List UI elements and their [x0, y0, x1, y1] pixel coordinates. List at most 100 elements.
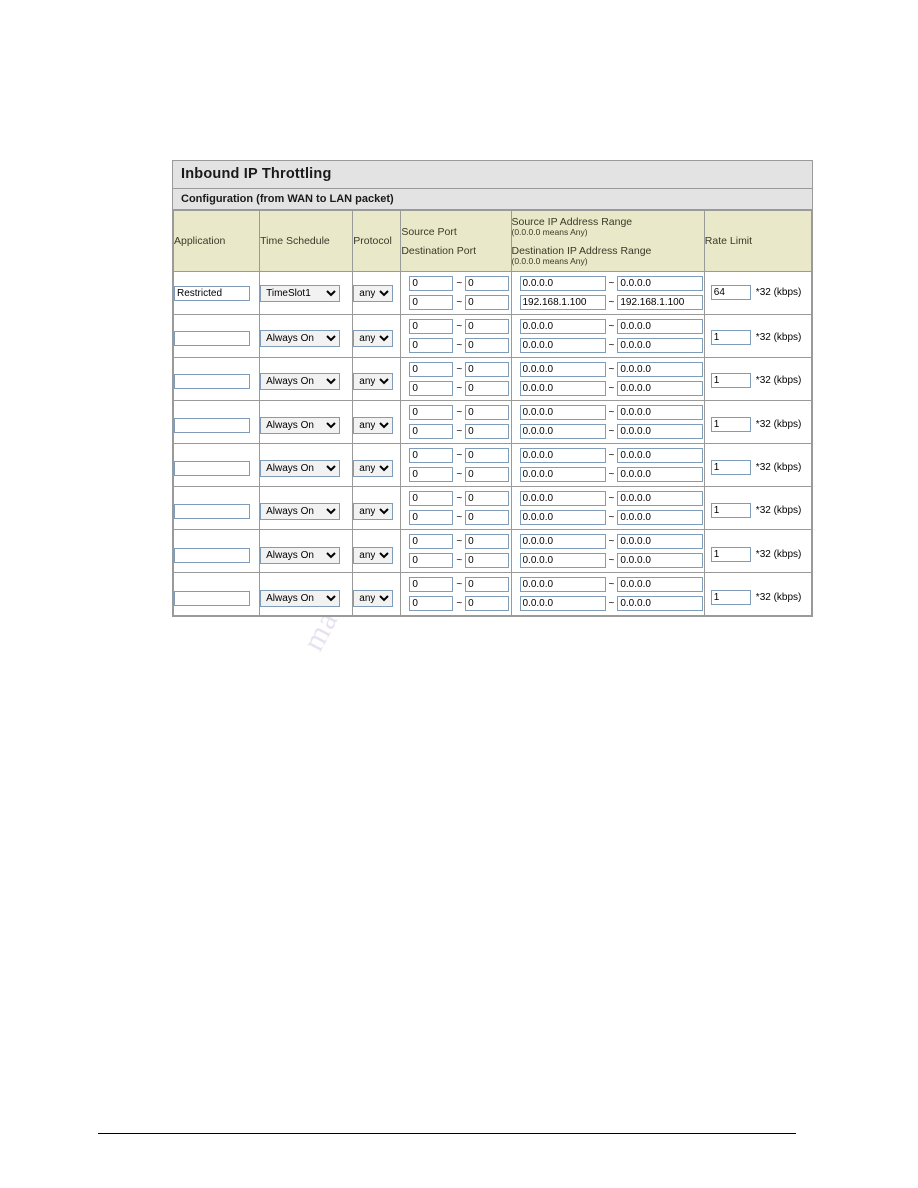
destination-port-to-input[interactable]	[465, 338, 510, 353]
destination-ip-from-input[interactable]	[519, 295, 606, 310]
source-ip-from-input[interactable]	[519, 405, 606, 420]
source-port-to-input[interactable]	[465, 534, 510, 549]
destination-ip-to-input[interactable]	[617, 553, 704, 568]
destination-ip-to-input[interactable]	[617, 381, 704, 396]
destination-port-to-input[interactable]	[465, 467, 510, 482]
destination-ip-to-input[interactable]	[617, 338, 704, 353]
source-ip-from-input[interactable]	[519, 534, 606, 549]
rate-limit-input[interactable]	[710, 589, 751, 605]
destination-ip-to-input[interactable]	[617, 424, 704, 439]
source-port-to-input[interactable]	[465, 362, 510, 377]
protocol-select[interactable]: any	[353, 284, 394, 302]
application-input[interactable]	[174, 591, 250, 606]
source-ip-to-input[interactable]	[617, 534, 704, 549]
protocol-select[interactable]: any	[353, 416, 394, 434]
application-input[interactable]	[174, 461, 250, 476]
cell-ip-ranges: ~~	[510, 443, 705, 487]
destination-port-from-input[interactable]	[409, 338, 454, 353]
rate-limit-input[interactable]	[710, 416, 751, 432]
source-ip-from-input[interactable]	[519, 276, 606, 291]
rate-limit-input[interactable]	[710, 372, 751, 388]
destination-ip-from-input[interactable]	[519, 467, 606, 482]
protocol-select[interactable]: any	[353, 589, 394, 607]
source-ip-to-input[interactable]	[617, 362, 704, 377]
source-port-from-input[interactable]	[409, 577, 454, 592]
destination-port-to-input[interactable]	[465, 553, 510, 568]
destination-port-to-input[interactable]	[465, 381, 510, 396]
rate-limit-input[interactable]	[710, 459, 751, 475]
source-ip-from-input[interactable]	[519, 319, 606, 334]
destination-ip-to-input[interactable]	[617, 596, 704, 611]
source-port-to-input[interactable]	[465, 491, 510, 506]
source-ip-to-input[interactable]	[617, 577, 704, 592]
table-row: Always OnTimeSlot1any~~~~*32 (kbps)	[172, 314, 813, 358]
time-schedule-select[interactable]: Always OnTimeSlot1	[260, 546, 341, 564]
destination-port-from-input[interactable]	[409, 295, 454, 310]
time-schedule-select[interactable]: Always OnTimeSlot1	[260, 459, 341, 477]
destination-ip-from-input[interactable]	[519, 424, 606, 439]
time-schedule-select[interactable]: Always OnTimeSlot1	[260, 416, 341, 434]
destination-port-from-input[interactable]	[409, 381, 454, 396]
source-port-from-input[interactable]	[409, 491, 454, 506]
destination-ip-from-input[interactable]	[519, 338, 606, 353]
destination-ip-to-input[interactable]	[617, 467, 704, 482]
cell-time-schedule: Always OnTimeSlot1	[259, 486, 354, 530]
destination-ip-from-input[interactable]	[519, 381, 606, 396]
protocol-select[interactable]: any	[353, 546, 394, 564]
cell-application	[172, 271, 261, 315]
time-schedule-select[interactable]: Always OnTimeSlot1	[260, 372, 341, 390]
destination-port-from-input[interactable]	[409, 467, 454, 482]
destination-port-to-input[interactable]	[465, 424, 510, 439]
time-schedule-select[interactable]: Always OnTimeSlot1	[260, 502, 341, 520]
source-ip-from-input[interactable]	[519, 577, 606, 592]
protocol-select[interactable]: any	[353, 502, 394, 520]
source-ip-to-input[interactable]	[617, 405, 704, 420]
application-input[interactable]	[174, 374, 250, 389]
application-input[interactable]	[174, 331, 250, 346]
application-input[interactable]	[174, 548, 250, 563]
source-port-from-input[interactable]	[409, 276, 454, 291]
source-ip-to-input[interactable]	[617, 276, 704, 291]
destination-port-from-input[interactable]	[409, 424, 454, 439]
destination-port-from-input[interactable]	[409, 510, 454, 525]
source-port-to-input[interactable]	[465, 276, 510, 291]
destination-ip-from-input[interactable]	[519, 510, 606, 525]
source-ip-to-input[interactable]	[617, 448, 704, 463]
application-input[interactable]	[174, 504, 250, 519]
rate-limit-input[interactable]	[710, 502, 751, 518]
destination-port-to-input[interactable]	[465, 596, 510, 611]
application-input[interactable]	[174, 418, 250, 433]
source-ip-from-input[interactable]	[519, 491, 606, 506]
rate-limit-input[interactable]	[710, 546, 751, 562]
destination-ip-to-input[interactable]	[617, 510, 704, 525]
protocol-select[interactable]: any	[353, 329, 394, 347]
source-port-to-input[interactable]	[465, 405, 510, 420]
destination-port-from-input[interactable]	[409, 553, 454, 568]
destination-ip-to-input[interactable]	[617, 295, 704, 310]
destination-port-from-input[interactable]	[409, 596, 454, 611]
source-ip-from-input[interactable]	[519, 448, 606, 463]
time-schedule-select[interactable]: Always OnTimeSlot1	[260, 284, 341, 302]
time-schedule-select[interactable]: Always OnTimeSlot1	[260, 329, 341, 347]
application-input[interactable]	[174, 286, 250, 301]
time-schedule-select[interactable]: Always OnTimeSlot1	[260, 589, 341, 607]
destination-port-to-input[interactable]	[465, 510, 510, 525]
source-ip-from-input[interactable]	[519, 362, 606, 377]
protocol-select[interactable]: any	[353, 372, 394, 390]
protocol-select[interactable]: any	[353, 459, 394, 477]
source-port-from-input[interactable]	[409, 448, 454, 463]
source-port-to-input[interactable]	[465, 448, 510, 463]
destination-ip-from-input[interactable]	[519, 596, 606, 611]
source-port-to-input[interactable]	[465, 577, 510, 592]
destination-ip-from-input[interactable]	[519, 553, 606, 568]
source-ip-to-input[interactable]	[617, 319, 704, 334]
source-port-from-input[interactable]	[409, 405, 454, 420]
source-ip-to-input[interactable]	[617, 491, 704, 506]
destination-port-to-input[interactable]	[465, 295, 510, 310]
source-port-to-input[interactable]	[465, 319, 510, 334]
source-port-from-input[interactable]	[409, 362, 454, 377]
rate-limit-input[interactable]	[710, 329, 751, 345]
source-port-from-input[interactable]	[409, 534, 454, 549]
rate-limit-input[interactable]	[710, 284, 751, 300]
source-port-from-input[interactable]	[409, 319, 454, 334]
